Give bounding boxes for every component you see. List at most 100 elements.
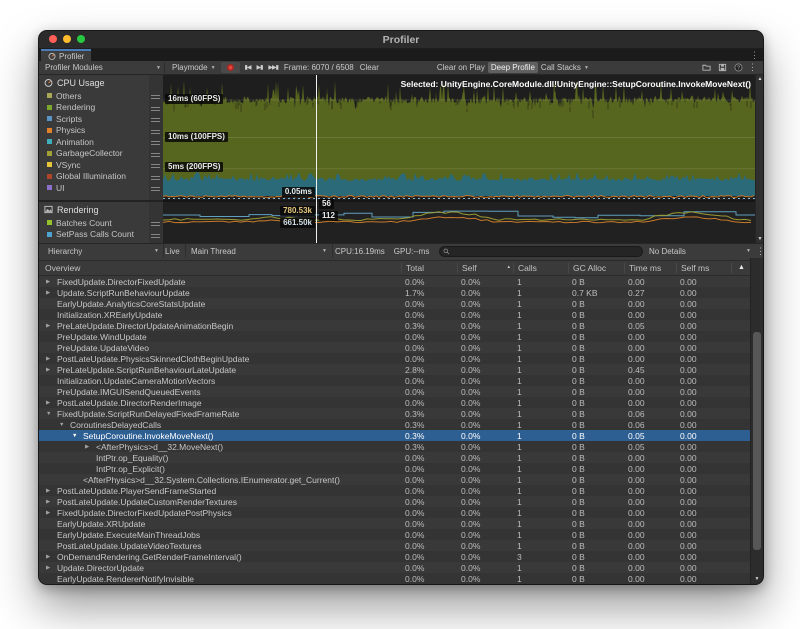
details-dropdown[interactable]: No Details ▼ [649,244,751,258]
scroll-up-icon[interactable]: ▲ [756,76,763,82]
table-row[interactable]: ▶PostLateUpdate.PlayerSendFrameStarted0.… [39,485,763,496]
table-row[interactable]: EarlyUpdate.AnalyticsCoreStatsUpdate0.0%… [39,298,763,309]
scroll-down-icon[interactable]: ▼ [756,236,763,242]
table-scrollbar[interactable]: ▼ [750,258,763,584]
prev-frame-button[interactable]: ▮◀ [242,62,254,73]
minimize-button[interactable] [63,35,71,43]
tabbar-menu-icon[interactable]: ⋮ [750,49,759,61]
record-button[interactable] [221,62,240,73]
collapsed-arrow-icon[interactable]: ▶ [45,279,57,285]
collapsed-arrow-icon[interactable]: ▶ [45,290,57,296]
load-profile-button[interactable] [700,62,713,73]
legend-item-others[interactable]: Others [39,90,149,102]
help-button[interactable]: ? [732,62,745,73]
table-row[interactable]: ▼FixedUpdate.ScriptRunDelayedFixedFrameR… [39,408,763,419]
legend-item-batches-count[interactable]: Batches Count [39,217,149,229]
cpu-usage-header[interactable]: CPU Usage [39,75,149,90]
call-stacks-dropdown[interactable]: Call Stacks ▼ [538,62,592,73]
table-row[interactable]: ▶PostLateUpdate.PhysicsSkinnedClothBegin… [39,353,763,364]
legend-drag-handle-icon[interactable] [151,151,160,159]
table-row[interactable]: ▼SetupCoroutine.InvokeMoveNext()0.3%0.0%… [39,430,763,441]
table-row[interactable]: ▶PreLateUpdate.DirectorUpdateAnimationBe… [39,320,763,331]
collapsed-arrow-icon[interactable]: ▶ [45,400,57,406]
table-row[interactable]: IntPtr.op_Explicit()0.0%0.0%10 B0.000.00 [39,463,763,474]
scroll-down-icon[interactable]: ▼ [751,576,763,582]
table-row[interactable]: ▶PostLateUpdate.UpdateCustomRenderTextur… [39,496,763,507]
expanded-arrow-icon[interactable]: ▼ [71,433,83,439]
thread-dropdown[interactable]: Main Thread ▼ [185,244,333,258]
legend-item-setpass-calls-count[interactable]: SetPass Calls Count [39,229,149,241]
save-profile-button[interactable] [716,62,729,73]
cpu-usage-chart[interactable] [163,75,755,200]
hierarchy-menu-icon[interactable]: ⋮ [753,244,764,258]
legend-drag-handle-icon[interactable] [151,116,160,124]
legend-item-global-illumination[interactable]: Global Illumination [39,171,149,183]
clear-on-play-toggle[interactable]: Clear on Play [434,62,488,73]
view-mode-dropdown[interactable]: Hierarchy ▼ [43,244,164,258]
legend-item-animation[interactable]: Animation [39,136,149,148]
scrollbar-thumb[interactable] [753,332,761,550]
rendering-chart[interactable] [163,202,755,243]
table-row[interactable]: IntPtr.op_Equality()0.0%0.0%10 B0.000.00 [39,452,763,463]
table-row[interactable]: ▶PostLateUpdate.DirectorRenderImage0.0%0… [39,397,763,408]
collapsed-arrow-icon[interactable]: ▶ [45,356,57,362]
table-row[interactable]: PreUpdate.UpdateVideo0.0%0.0%10 B0.000.0… [39,342,763,353]
legend-item-physics[interactable]: Physics [39,125,149,137]
collapsed-arrow-icon[interactable]: ▶ [45,510,57,516]
table-row[interactable]: EarlyUpdate.XRUpdate0.0%0.0%10 B0.000.00 [39,518,763,529]
table-row[interactable]: ▶<AfterPhysics>d__32.MoveNext()0.3%0.0%1… [39,441,763,452]
collapsed-arrow-icon[interactable]: ▶ [45,488,57,494]
playmode-dropdown[interactable]: Playmode ▼ [169,62,219,73]
selected-frame-line[interactable] [316,75,317,243]
legend-item-garbagecollector[interactable]: GarbageCollector [39,148,149,160]
titlebar[interactable]: Profiler [39,31,763,49]
table-row[interactable]: ▶Update.DirectorUpdate0.0%0.0%10 B0.000.… [39,562,763,573]
table-row[interactable]: ▶PreLateUpdate.ScriptRunBehaviourLateUpd… [39,364,763,375]
column-overview[interactable]: Overview [39,263,401,273]
legend-drag-handle-icon[interactable] [151,185,160,193]
table-row[interactable]: EarlyUpdate.RendererNotifyInvisible0.0%0… [39,573,763,584]
live-toggle[interactable]: Live [165,244,180,258]
legend-drag-handle-icon[interactable] [151,105,160,113]
table-row[interactable]: Initialization.UpdateCameraMotionVectors… [39,375,763,386]
table-row[interactable]: ▶OnDemandRendering.GetRenderFrameInterva… [39,551,763,562]
legend-item-rendering[interactable]: Rendering [39,102,149,114]
collapsed-arrow-icon[interactable]: ▶ [45,367,57,373]
clear-button[interactable]: Clear [357,62,382,73]
legend-drag-handle-icon[interactable] [151,139,160,147]
column-gc-alloc[interactable]: GC Alloc [568,263,624,273]
collapsed-arrow-icon[interactable]: ▶ [45,323,57,329]
table-row[interactable]: ▼CoroutinesDelayedCalls0.3%0.0%10 B0.060… [39,419,763,430]
toolbar-menu-icon[interactable]: ⋮ [745,62,760,73]
expanded-arrow-icon[interactable]: ▼ [45,411,57,417]
table-row[interactable]: <AfterPhysics>d__32.System.Collections.I… [39,474,763,485]
search-input[interactable] [439,246,643,257]
column-self[interactable]: Self ▴ [457,263,513,273]
collapsed-arrow-icon[interactable]: ▶ [45,565,57,571]
legend-drag-handle-icon[interactable] [151,174,160,182]
legend-item-ui[interactable]: UI [39,182,149,194]
chart-scrollbar[interactable]: ▲ ▼ [755,75,763,243]
profiler-modules-dropdown[interactable]: Profiler Modules ▼ [42,62,165,73]
table-row[interactable]: ▶Update.ScriptRunBehaviourUpdate1.7%0.0%… [39,287,763,298]
legend-drag-handle-icon[interactable] [151,220,160,228]
table-row[interactable]: PostLateUpdate.UpdateVideoTextures0.0%0.… [39,540,763,551]
table-row[interactable]: PreUpdate.IMGUISendQueuedEvents0.0%0.0%1… [39,386,763,397]
legend-drag-handle-icon[interactable] [151,93,160,101]
table-row[interactable]: Initialization.XREarlyUpdate0.0%0.0%10 B… [39,309,763,320]
column-calls[interactable]: Calls [513,263,568,273]
table-row[interactable]: ▶PostLateUpdate.DirectorLateUpdate0.0%0.… [39,584,763,585]
maximize-button[interactable] [77,35,85,43]
table-scroll-up-icon[interactable]: ▲ [731,263,751,273]
tab-profiler[interactable]: Profiler [41,49,91,61]
column-self-ms[interactable]: Self ms [676,263,731,273]
rendering-header[interactable]: Rendering [39,202,149,217]
collapsed-arrow-icon[interactable]: ▶ [45,499,57,505]
collapsed-arrow-icon[interactable]: ▶ [84,444,96,450]
legend-item-vsync[interactable]: VSync [39,159,149,171]
column-time-ms[interactable]: Time ms [624,263,676,273]
collapsed-arrow-icon[interactable]: ▶ [45,554,57,560]
table-row[interactable]: ▶FixedUpdate.DirectorFixedUpdatePostPhys… [39,507,763,518]
table-row[interactable]: PreUpdate.WindUpdate0.0%0.0%10 B0.000.00 [39,331,763,342]
legend-drag-handle-icon[interactable] [151,232,160,240]
